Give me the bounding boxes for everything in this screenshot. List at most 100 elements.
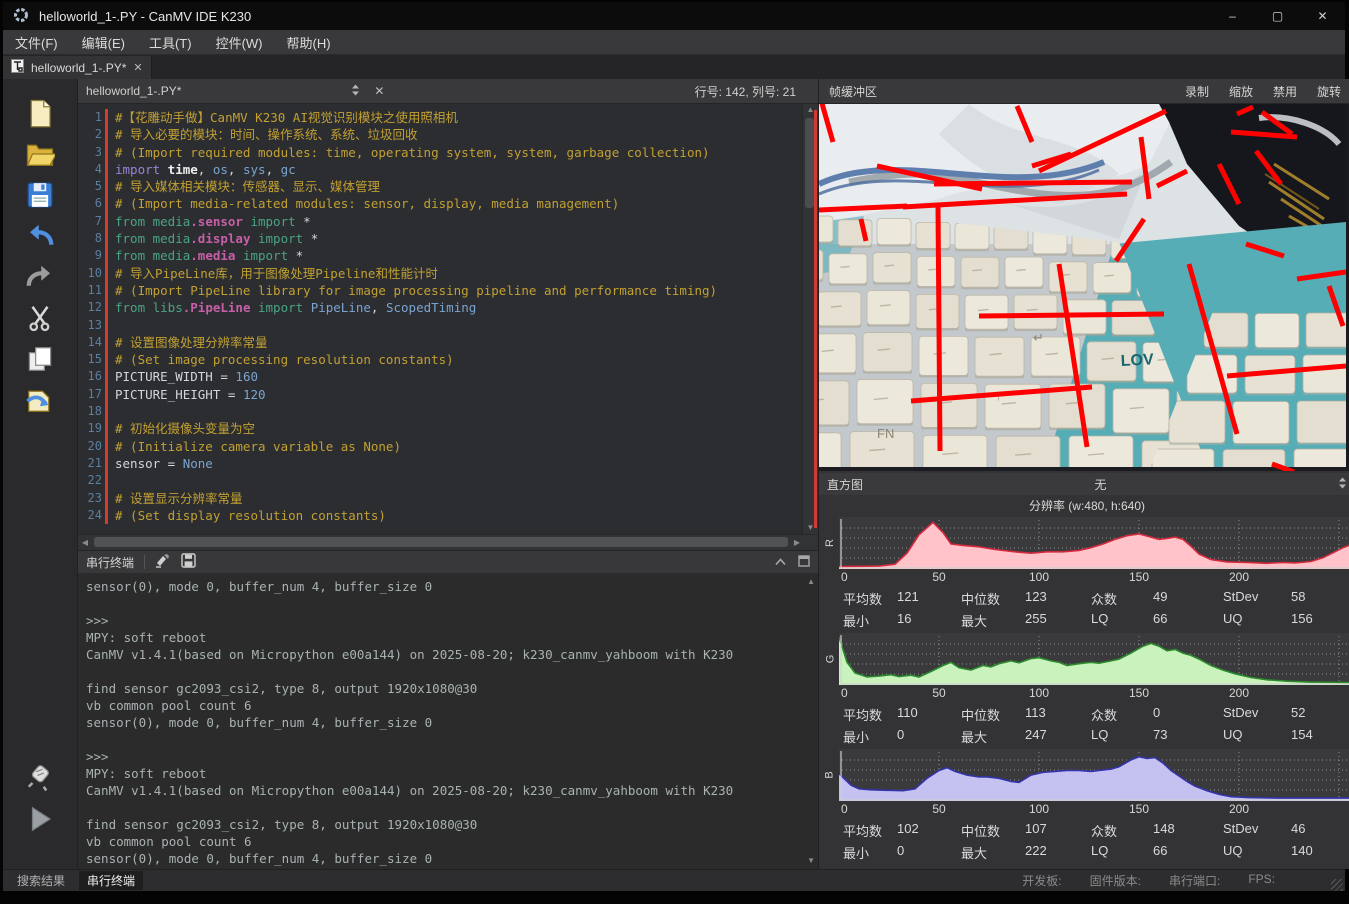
window-controls: – ▢ ✕ bbox=[1210, 2, 1345, 30]
serial-terminal[interactable]: sensor(0), mode 0, buffer_num 4, buffer_… bbox=[78, 573, 818, 869]
code-text: # 导入必要的模块：时间、操作系统、系统、垃圾回收 bbox=[108, 126, 418, 143]
code-line: 8from media.display import * bbox=[78, 230, 802, 247]
maximize-button[interactable]: ▢ bbox=[1255, 2, 1300, 30]
menu-item-3[interactable]: 控件(W) bbox=[204, 30, 275, 54]
tab-helloworld[interactable]: helloworld_1-.PY* ✕ bbox=[3, 56, 152, 79]
scrollbar-thumb[interactable] bbox=[805, 118, 814, 208]
hist-stats-G: 平均数110中位数113众数0StDev52最小0最大247LQ73UQ154 bbox=[821, 705, 1349, 746]
fb-button-2[interactable]: 禁用 bbox=[1273, 83, 1297, 100]
code-text: # (Set display resolution constants) bbox=[108, 507, 386, 524]
axis-tick-label: 150 bbox=[1129, 686, 1149, 700]
stat-value: 0 bbox=[1153, 705, 1223, 724]
hscrollbar-thumb[interactable] bbox=[94, 537, 788, 547]
menu-item-1[interactable]: 编辑(E) bbox=[70, 30, 137, 54]
resize-grip-icon[interactable] bbox=[1331, 879, 1343, 891]
line-number: 4 bbox=[78, 161, 102, 178]
connect-button[interactable] bbox=[18, 760, 62, 800]
window-frame: helloworld_1-.PY - CanMV IDE K230 – ▢ ✕ … bbox=[0, 0, 1349, 904]
code-token: # (Initialize camera variable as None) bbox=[115, 439, 401, 454]
axis-tick-label: 0 bbox=[841, 686, 848, 700]
doc-close-icon[interactable]: ✕ bbox=[374, 84, 384, 98]
terminal-line: >>> bbox=[86, 748, 818, 765]
doc-combo-arrows-icon[interactable] bbox=[351, 84, 360, 99]
save-file-button[interactable] bbox=[18, 177, 62, 217]
clear-terminal-icon[interactable] bbox=[155, 553, 171, 571]
fb-button-0[interactable]: 录制 bbox=[1185, 83, 1209, 100]
connect-icon bbox=[25, 763, 55, 798]
code-text: import time, os, sys, gc bbox=[108, 161, 296, 178]
code-line: 4 import time, os, sys, gc bbox=[78, 161, 802, 178]
terminal-line: MPY: soft reboot bbox=[86, 629, 818, 646]
axis-tick-label: 100 bbox=[1029, 802, 1049, 816]
stat-label: 平均数 bbox=[843, 821, 897, 840]
channel-letter: G bbox=[824, 655, 836, 664]
line-number: 20 bbox=[78, 438, 102, 455]
code-token: media bbox=[145, 214, 190, 229]
stat-label: 众数 bbox=[1091, 589, 1153, 608]
code-token: gc bbox=[281, 162, 296, 177]
menu-item-4[interactable]: 帮助(H) bbox=[275, 30, 343, 54]
line-number: 5 bbox=[78, 178, 102, 195]
redo-button[interactable] bbox=[18, 259, 62, 299]
paste-button[interactable] bbox=[18, 382, 62, 422]
code-editor[interactable]: 1#【花雕动手做】CanMV K230 AI视觉识别模块之使用照相机2# 导入必… bbox=[78, 104, 818, 534]
collapse-terminal-icon[interactable] bbox=[775, 555, 786, 569]
menu-item-0[interactable]: 文件(F) bbox=[3, 30, 70, 54]
code-token: from bbox=[115, 231, 145, 246]
stat-value: 148 bbox=[1153, 821, 1223, 840]
stat-label: UQ bbox=[1223, 843, 1291, 862]
new-file-button[interactable] bbox=[18, 95, 62, 135]
code-token: from bbox=[115, 248, 145, 263]
editor-vertical-scrollbar[interactable]: ▲ ▼ bbox=[802, 104, 818, 534]
scroll-left-icon[interactable]: ◀ bbox=[78, 535, 92, 550]
undo-icon bbox=[25, 221, 55, 256]
undo-button[interactable] bbox=[18, 218, 62, 258]
scroll-down-icon[interactable]: ▼ bbox=[803, 522, 818, 534]
stat-label: StDev bbox=[1223, 705, 1291, 724]
histogram-combo-arrows-icon[interactable] bbox=[1338, 477, 1347, 492]
open-file-button[interactable] bbox=[18, 136, 62, 176]
stat-label: 最小 bbox=[843, 727, 897, 746]
stat-label: UQ bbox=[1223, 611, 1291, 630]
code-token: * bbox=[303, 231, 318, 246]
tab-bar: helloworld_1-.PY* ✕ bbox=[3, 55, 1345, 79]
line-number: 18 bbox=[78, 403, 102, 420]
histogram-mode-select[interactable]: 无 bbox=[863, 476, 1338, 493]
terminal-line: find sensor gc2093_csi2, type 8, output … bbox=[86, 816, 818, 833]
editor-horizontal-scrollbar[interactable]: ◀ ▶ bbox=[78, 534, 818, 550]
code-text: # (Set image processing resolution const… bbox=[108, 351, 454, 368]
doc-selector[interactable]: helloworld_1-.PY* bbox=[86, 84, 181, 98]
terminal-scroll-up-icon[interactable]: ▲ bbox=[807, 577, 815, 586]
tab-close-icon[interactable]: ✕ bbox=[133, 61, 142, 74]
code-line: 5# 导入媒体相关模块：传感器、显示、媒体管理 bbox=[78, 178, 802, 195]
terminal-line: MPY: soft reboot bbox=[86, 765, 818, 782]
camera-preview-image: LOVFN↑↵ bbox=[819, 104, 1346, 471]
terminal-scroll-down-icon[interactable]: ▼ bbox=[807, 856, 815, 865]
bottom-tab-1[interactable]: 串行终端 bbox=[79, 871, 143, 890]
minimize-button[interactable]: – bbox=[1210, 2, 1255, 30]
hist-chart-B bbox=[839, 749, 1349, 801]
fb-button-3[interactable]: 旋转 bbox=[1317, 83, 1341, 100]
menu-item-2[interactable]: 工具(T) bbox=[137, 30, 204, 54]
fb-button-1[interactable]: 缩放 bbox=[1229, 83, 1253, 100]
cut-button[interactable] bbox=[18, 300, 62, 340]
hist-chart-G bbox=[839, 633, 1349, 685]
scroll-right-icon[interactable]: ▶ bbox=[790, 535, 804, 550]
run-button[interactable] bbox=[18, 801, 62, 841]
close-button[interactable]: ✕ bbox=[1300, 2, 1345, 30]
bottom-tab-0[interactable]: 搜索结果 bbox=[9, 871, 73, 890]
code-token: # (Set display resolution constants) bbox=[115, 508, 386, 523]
code-token: # (Import media-related modules: sensor,… bbox=[115, 196, 619, 211]
editor-doc-bar: helloworld_1-.PY* ✕ 行号: 142, 列号: 21 bbox=[78, 79, 818, 104]
popout-terminal-icon[interactable] bbox=[798, 555, 810, 570]
code-lines[interactable]: 1#【花雕动手做】CanMV K230 AI视觉识别模块之使用照相机2# 导入必… bbox=[78, 104, 802, 534]
code-line: 24# (Set display resolution constants) bbox=[78, 507, 802, 524]
paste-icon bbox=[25, 385, 55, 420]
axis-tick-label: 100 bbox=[1029, 686, 1049, 700]
code-text: from media.display import * bbox=[108, 230, 318, 247]
hist-chart-row-R: R bbox=[821, 517, 1349, 569]
stat-value: 0 bbox=[897, 727, 961, 746]
copy-button[interactable] bbox=[18, 341, 62, 381]
code-token: import bbox=[115, 162, 160, 177]
save-log-icon[interactable] bbox=[181, 553, 196, 571]
